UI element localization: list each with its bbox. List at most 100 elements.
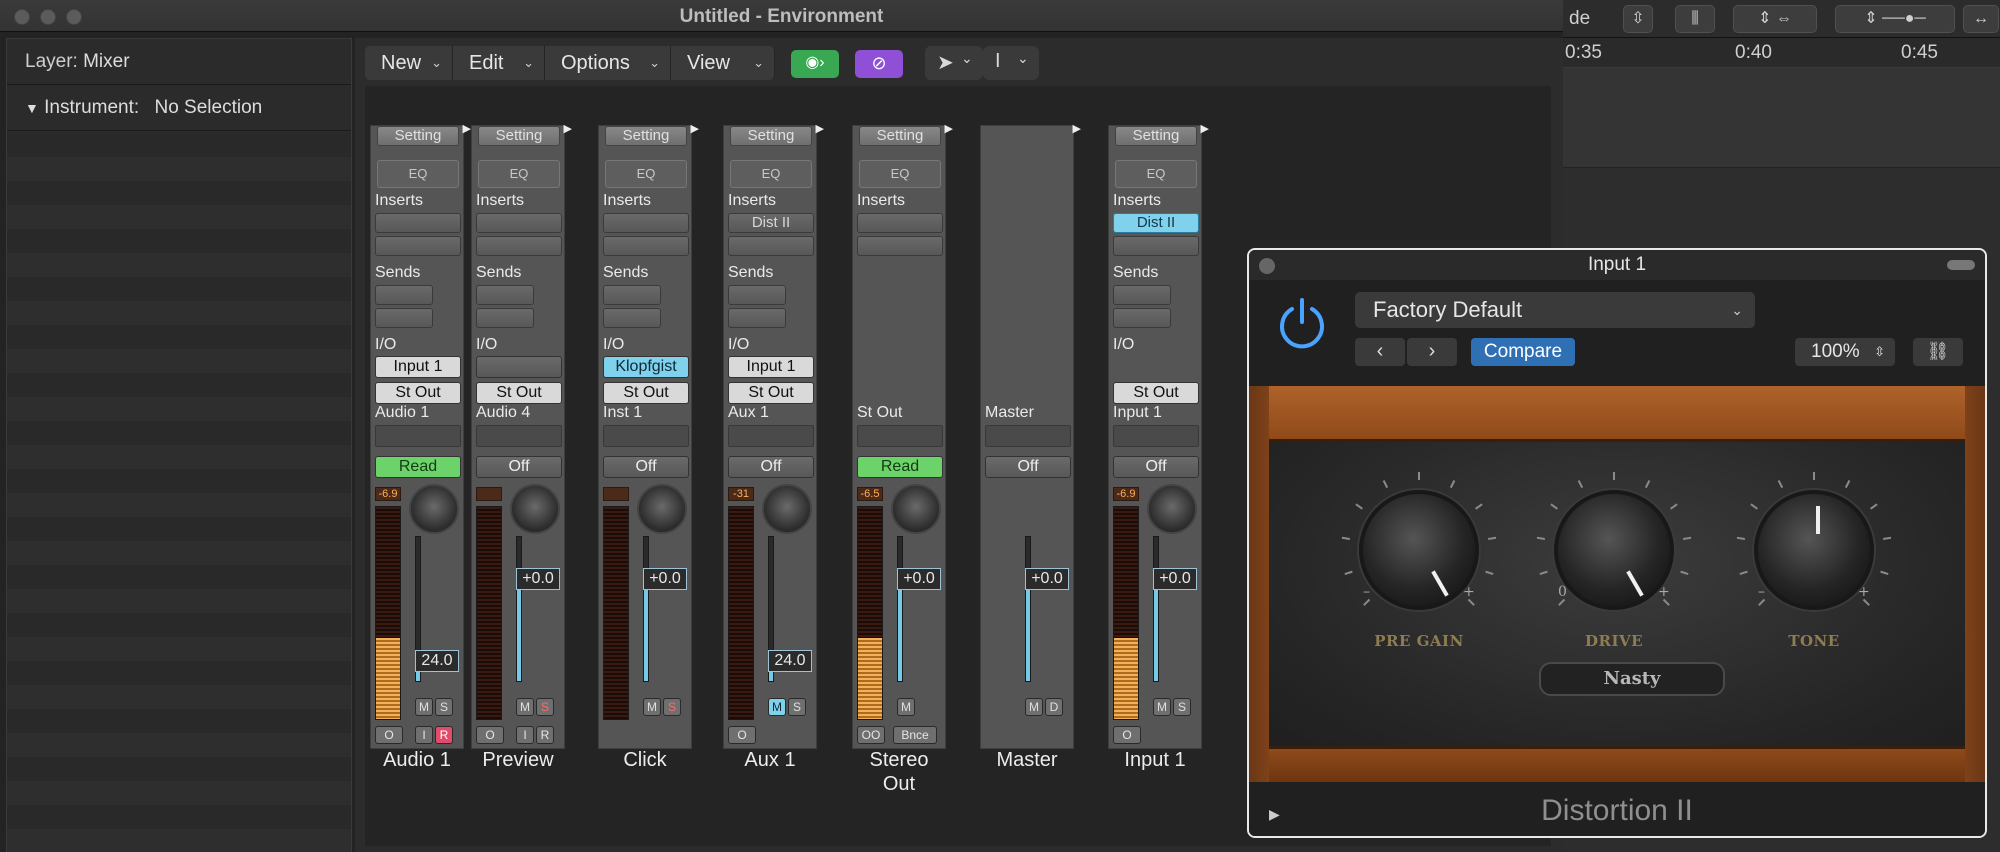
preset-dropdown[interactable]: Factory Default ⌄ bbox=[1355, 292, 1755, 328]
new-menu[interactable]: New ⌄ bbox=[365, 46, 453, 80]
disclosure-triangle-icon[interactable]: ▶ bbox=[1201, 122, 1209, 135]
volume-value[interactable]: +0.0 bbox=[643, 568, 687, 590]
input-slot[interactable] bbox=[476, 356, 562, 378]
send-slot[interactable] bbox=[603, 308, 661, 328]
disclosure-triangle-icon[interactable]: ▶ bbox=[564, 122, 572, 135]
setting-button[interactable]: Setting bbox=[859, 126, 941, 146]
output-slot[interactable]: St Out bbox=[476, 382, 562, 404]
plugin-link-button[interactable]: ⛓ bbox=[1913, 338, 1963, 366]
eq-button[interactable]: EQ bbox=[377, 160, 459, 188]
channel-strip[interactable]: ▶ Setting EQ Inserts Dist II Sends I/O St Out In… bbox=[1108, 123, 1209, 749]
midi-out-button[interactable]: ◉› bbox=[791, 50, 839, 78]
send-slot[interactable] bbox=[603, 285, 661, 305]
edit-menu[interactable]: Edit ⌄ bbox=[453, 46, 545, 80]
send-slot[interactable] bbox=[1113, 285, 1171, 305]
collapse-plugin-button[interactable] bbox=[1947, 260, 1975, 270]
channel-name[interactable]: Preview bbox=[458, 748, 578, 772]
mute-button[interactable]: M bbox=[1025, 698, 1043, 716]
layer-row[interactable]: Layer: Mixer bbox=[7, 39, 351, 85]
setting-button[interactable]: Setting bbox=[730, 126, 812, 146]
pan-knob[interactable] bbox=[1147, 484, 1197, 534]
insert-slot[interactable] bbox=[375, 213, 461, 233]
volume-fader[interactable] bbox=[897, 536, 903, 682]
volume-fader[interactable] bbox=[1025, 536, 1031, 682]
setting-button[interactable]: Setting bbox=[1115, 126, 1197, 146]
send-slot[interactable] bbox=[1113, 308, 1171, 328]
mute-button[interactable]: M bbox=[415, 698, 433, 716]
mute-button[interactable]: M bbox=[1153, 698, 1171, 716]
insert-slot[interactable] bbox=[857, 236, 943, 256]
automation-mode-button[interactable]: Off bbox=[728, 456, 814, 478]
bounce-button[interactable]: Bnce bbox=[893, 726, 937, 744]
power-icon[interactable] bbox=[1273, 294, 1331, 352]
insert-slot[interactable] bbox=[476, 236, 562, 256]
send-slot[interactable] bbox=[476, 308, 534, 328]
send-slot[interactable] bbox=[476, 285, 534, 305]
insert-slot[interactable] bbox=[603, 213, 689, 233]
eq-button[interactable]: EQ bbox=[1115, 160, 1197, 188]
eq-button[interactable]: EQ bbox=[478, 160, 560, 188]
group-slot[interactable] bbox=[985, 425, 1071, 447]
automation-mode-button[interactable]: Off bbox=[1113, 456, 1199, 478]
mute-button[interactable]: M bbox=[897, 698, 915, 716]
volume-fader[interactable] bbox=[643, 536, 649, 682]
solo-button[interactable]: S bbox=[435, 698, 453, 716]
insert-slot[interactable] bbox=[603, 236, 689, 256]
nasty-button[interactable]: Nasty bbox=[1539, 662, 1725, 696]
mute-button[interactable]: M bbox=[768, 698, 786, 716]
eq-button[interactable]: EQ bbox=[730, 160, 812, 188]
pan-knob[interactable] bbox=[762, 484, 812, 534]
disclosure-triangle-icon[interactable]: ▶ bbox=[463, 122, 471, 135]
input_mon-button[interactable]: I bbox=[415, 726, 433, 744]
text-tool-menu[interactable]: I ⌄ bbox=[983, 46, 1039, 80]
volume-value[interactable]: +0.0 bbox=[897, 568, 941, 590]
output-slot[interactable]: St Out bbox=[728, 382, 814, 404]
input-slot[interactable]: Klopfgist bbox=[603, 356, 689, 378]
link-button[interactable]: ⊘ bbox=[855, 50, 903, 78]
send-slot[interactable] bbox=[728, 285, 786, 305]
solo-button[interactable]: S bbox=[663, 698, 681, 716]
automation-mode-button[interactable]: Off bbox=[603, 456, 689, 478]
insert-slot[interactable] bbox=[857, 213, 943, 233]
insert-slot[interactable] bbox=[1113, 236, 1199, 256]
input-slot[interactable]: Input 1 bbox=[375, 356, 461, 378]
eq-button[interactable]: EQ bbox=[605, 160, 687, 188]
solo-button[interactable]: S bbox=[788, 698, 806, 716]
pointer-tool-menu[interactable]: ➤ ⌄ bbox=[925, 46, 983, 80]
automation-mode-button[interactable]: Off bbox=[476, 456, 562, 478]
channel-name[interactable]: Master bbox=[967, 748, 1087, 772]
group-slot[interactable] bbox=[857, 425, 943, 447]
group-slot[interactable] bbox=[1113, 425, 1199, 447]
close-plugin-button[interactable] bbox=[1259, 258, 1275, 274]
insert-slot[interactable]: Dist II bbox=[728, 213, 814, 233]
volume-fader[interactable] bbox=[516, 536, 522, 682]
arrange-track-lane[interactable] bbox=[1563, 68, 2000, 168]
solo-button[interactable]: S bbox=[1173, 698, 1191, 716]
output-slot[interactable]: St Out bbox=[1113, 382, 1199, 404]
send-slot[interactable] bbox=[375, 308, 433, 328]
volume-value[interactable]: +0.0 bbox=[1153, 568, 1197, 590]
volume-value[interactable]: +0.0 bbox=[1025, 568, 1069, 590]
disclosure-triangle-icon[interactable]: ▼ bbox=[25, 100, 39, 116]
io_circle-button[interactable]: O bbox=[728, 726, 756, 744]
solo-button[interactable]: S bbox=[536, 698, 554, 716]
input-slot[interactable]: Input 1 bbox=[728, 356, 814, 378]
io_circle-button[interactable]: O bbox=[375, 726, 403, 744]
automation-mode-button[interactable]: Off bbox=[985, 456, 1071, 478]
send-slot[interactable] bbox=[728, 308, 786, 328]
volume-value[interactable]: 24.0 bbox=[415, 650, 459, 672]
view-menu[interactable]: View ⌄ bbox=[671, 46, 775, 80]
channel-strip[interactable]: ▶ Master Off +0.0 M D bbox=[980, 123, 1081, 749]
eq-button[interactable]: EQ bbox=[859, 160, 941, 188]
record-button[interactable]: R bbox=[435, 726, 453, 744]
channel-name[interactable]: Input 1 bbox=[1095, 748, 1215, 772]
output-slot[interactable]: St Out bbox=[375, 382, 461, 404]
pan-knob[interactable] bbox=[637, 484, 687, 534]
instrument-row[interactable]: ▼ Instrument: No Selection bbox=[7, 85, 351, 131]
zoom-dropdown[interactable]: 100% ⇳ bbox=[1795, 338, 1895, 366]
mute-button[interactable]: M bbox=[516, 698, 534, 716]
link-button[interactable]: OO bbox=[857, 726, 885, 744]
disclosure-triangle-icon[interactable]: ▶ bbox=[816, 122, 824, 135]
previous-preset-button[interactable]: ‹ bbox=[1355, 338, 1405, 366]
setting-button[interactable]: Setting bbox=[377, 126, 459, 146]
